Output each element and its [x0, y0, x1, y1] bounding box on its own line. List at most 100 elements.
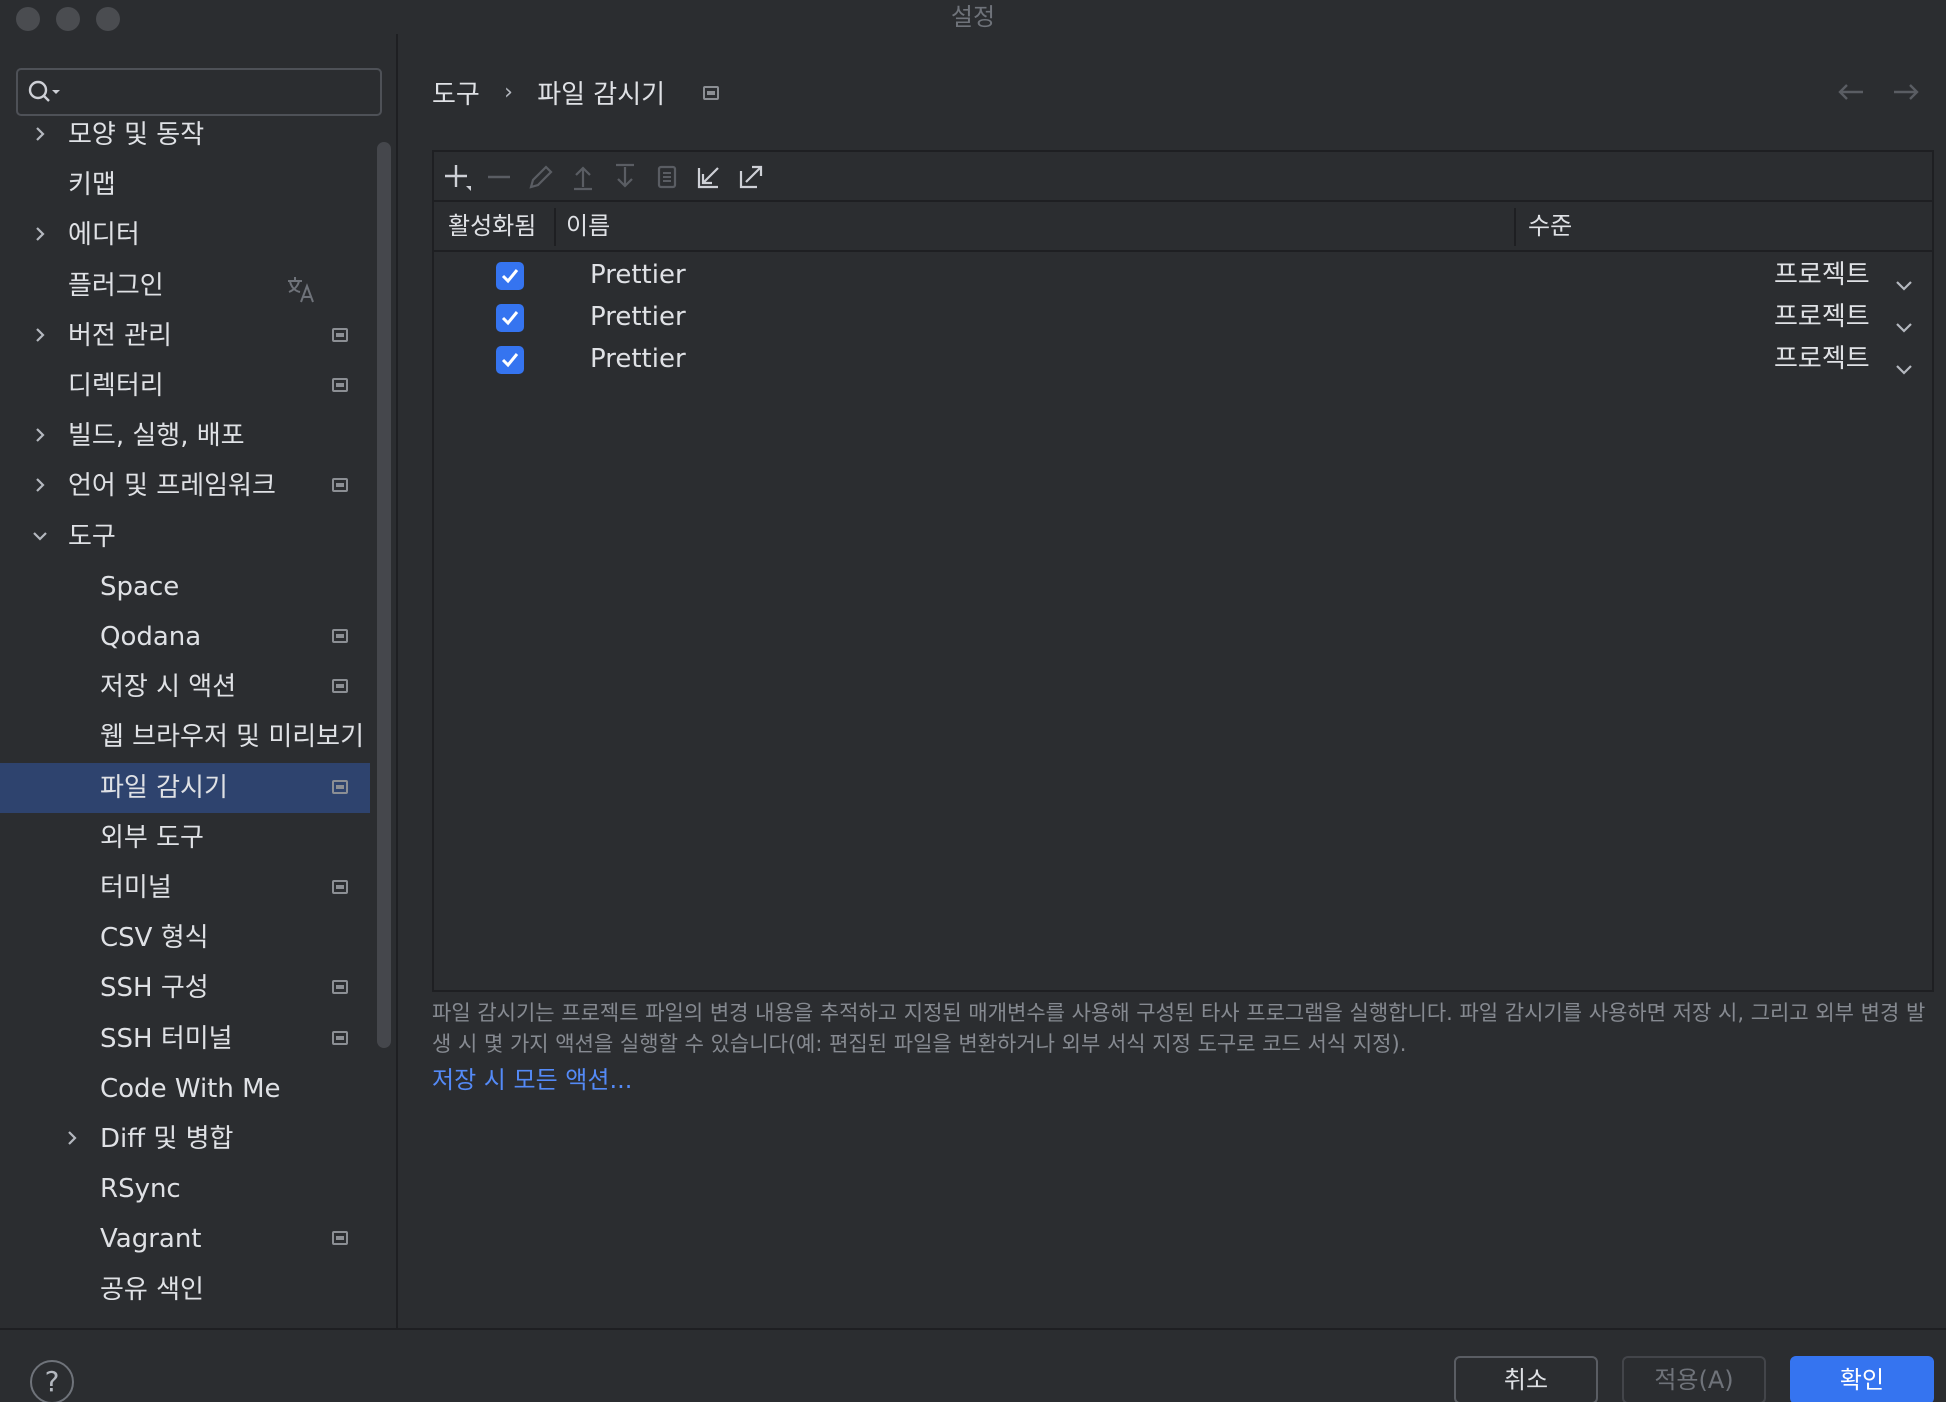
sidebar-item-웹-브라우저-및-미리보기[interactable]: 웹 브라우저 및 미리보기: [0, 712, 370, 762]
project-level-icon: [332, 629, 348, 643]
sidebar-item-도구[interactable]: 도구: [0, 512, 370, 562]
table-row[interactable]: Prettier 프로젝트: [434, 296, 1932, 338]
ok-button[interactable]: 확인: [1790, 1356, 1934, 1402]
sidebar-item-label: 터미널: [100, 873, 172, 903]
project-level-icon: [332, 327, 348, 342]
back-arrow-icon[interactable]: [1837, 82, 1865, 106]
sidebar-item-외부-도구[interactable]: 외부 도구: [0, 813, 370, 863]
sidebar-item-label: 에디터: [68, 220, 140, 251]
watcher-name: Prettier: [590, 344, 686, 374]
table-row[interactable]: Prettier 프로젝트: [434, 254, 1932, 296]
sidebar-item-버전-관리[interactable]: 버전 관리: [0, 311, 370, 361]
table-header: 활성화됨 이름 수준: [434, 202, 1932, 252]
add-icon[interactable]: [442, 162, 472, 192]
sidebar-item-code-with-me[interactable]: Code With Me: [0, 1064, 370, 1114]
sidebar-item-label: Vagrant: [100, 1224, 202, 1255]
sidebar-item-터미널[interactable]: 터미널: [0, 863, 370, 913]
forward-arrow-icon[interactable]: [1892, 82, 1920, 106]
project-level-icon: [332, 980, 348, 995]
column-level[interactable]: 수준: [1528, 202, 1572, 250]
chevron-down-icon[interactable]: [1894, 350, 1914, 392]
sidebar-item-csv-형식[interactable]: CSV 형식: [0, 913, 370, 963]
table-row[interactable]: Prettier 프로젝트: [434, 338, 1932, 380]
checkmark-icon: [501, 353, 519, 368]
project-level-icon: [332, 779, 348, 794]
column-name[interactable]: 이름: [566, 202, 610, 250]
history-navigation: [1815, 82, 1920, 106]
sidebar-item-rsync[interactable]: RSync: [0, 1164, 370, 1214]
project-level-icon: [332, 378, 348, 392]
sidebar-item-모양-및-동작[interactable]: 모양 및 동작: [0, 110, 370, 160]
remove-icon[interactable]: [484, 162, 514, 192]
move-down-icon[interactable]: [610, 162, 640, 192]
edit-icon[interactable]: [526, 162, 556, 192]
move-up-icon[interactable]: [568, 162, 598, 192]
project-level-icon: [332, 880, 348, 894]
chevron-right-icon[interactable]: [30, 311, 54, 361]
sidebar-item-저장-시-액션[interactable]: 저장 시 액션: [0, 662, 370, 712]
sidebar-item-label: 공유 색인: [100, 1274, 204, 1305]
watcher-name: Prettier: [590, 260, 686, 290]
project-level-icon: [332, 1231, 348, 1246]
sidebar-scrollbar[interactable]: [377, 142, 391, 1048]
sidebar-item-label: 외부 도구: [100, 822, 204, 853]
apply-button[interactable]: 적용(A): [1622, 1356, 1766, 1402]
sidebar-item-에디터[interactable]: 에디터: [0, 210, 370, 260]
chevron-right-icon[interactable]: [30, 110, 54, 160]
settings-search-input[interactable]: [16, 68, 382, 116]
watcher-level-dropdown[interactable]: 프로젝트: [1774, 296, 1870, 338]
watcher-name: Prettier: [590, 302, 686, 332]
sidebar-item-qodana[interactable]: Qodana: [0, 612, 370, 662]
enabled-checkbox[interactable]: [496, 346, 524, 374]
copy-icon[interactable]: [652, 162, 682, 192]
sidebar-item-label: 언어 및 프레임워크: [68, 471, 276, 502]
sidebar-item-label: SSH 구성: [100, 973, 209, 1004]
sidebar-item-label: 도구: [68, 521, 116, 552]
sidebar-item-공유-색인[interactable]: 공유 색인: [0, 1265, 370, 1315]
watcher-level-dropdown[interactable]: 프로젝트: [1774, 254, 1870, 296]
file-watchers-panel: 활성화됨 이름 수준 Prettier 프로젝트 Prettier 프로젝트 Prett…: [432, 150, 1934, 992]
sidebar-item-label: 빌드, 실행, 배포: [68, 421, 245, 452]
sidebar-item-diff-및-병합[interactable]: Diff 및 병합: [0, 1114, 370, 1164]
column-enabled[interactable]: 활성화됨: [448, 202, 536, 250]
project-level-icon: [332, 679, 348, 694]
export-icon[interactable]: [736, 162, 766, 192]
chevron-right-icon[interactable]: [30, 210, 54, 260]
enabled-checkbox[interactable]: [496, 262, 524, 290]
sidebar-item-label: 모양 및 동작: [68, 120, 205, 150]
watchers-toolbar: [434, 152, 1932, 202]
checkmark-icon: [501, 311, 519, 326]
sidebar-item-ssh-터미널[interactable]: SSH 터미널: [0, 1014, 370, 1064]
enabled-checkbox[interactable]: [496, 304, 524, 332]
column-divider: [554, 208, 556, 246]
search-icon: [28, 80, 60, 102]
breadcrumb-parent[interactable]: 도구: [432, 74, 480, 111]
cancel-button[interactable]: 취소: [1454, 1356, 1598, 1402]
file-watchers-description: 파일 감시기는 프로젝트 파일의 변경 내용을 추적하고 지정된 매개변수를 사…: [432, 1001, 1926, 1056]
sidebar-item-ssh-구성[interactable]: SSH 구성: [0, 963, 370, 1013]
sidebar-item-플러그인[interactable]: 플러그인: [0, 261, 370, 311]
help-button[interactable]: ?: [30, 1360, 74, 1402]
all-save-actions-link[interactable]: 저장 시 모든 액션...: [432, 1060, 632, 1095]
chevron-right-icon[interactable]: [30, 411, 54, 461]
sidebar-item-빌드-실행-배포[interactable]: 빌드, 실행, 배포: [0, 411, 370, 461]
import-icon[interactable]: [694, 162, 724, 192]
window-title: 설정: [950, 3, 996, 31]
sidebar-item-키맵[interactable]: 키맵: [0, 160, 370, 210]
sidebar-item-vagrant[interactable]: Vagrant: [0, 1214, 370, 1264]
sidebar-item-label: 디렉터리: [68, 371, 164, 401]
column-divider: [1514, 208, 1516, 246]
sidebar-item-파일-감시기[interactable]: 파일 감시기: [0, 762, 370, 813]
sidebar-item-space[interactable]: Space: [0, 562, 370, 612]
chevron-down-icon[interactable]: [30, 512, 54, 562]
breadcrumb-separator: ›: [504, 80, 513, 105]
chevron-right-icon[interactable]: [62, 1114, 86, 1164]
chevron-right-icon[interactable]: [30, 461, 54, 511]
watcher-level-dropdown[interactable]: 프로젝트: [1774, 338, 1870, 380]
project-level-icon: [703, 85, 720, 100]
settings-content: 도구 › 파일 감시기 활성화됨 이름 수준 Prettier 프로젝트 Pre…: [400, 34, 1946, 1328]
project-level-icon: [332, 478, 348, 493]
sidebar-item-언어-및-프레임워크[interactable]: 언어 및 프레임워크: [0, 461, 370, 511]
sidebar-item-label: Code With Me: [100, 1073, 281, 1104]
sidebar-item-디렉터리[interactable]: 디렉터리: [0, 361, 370, 411]
